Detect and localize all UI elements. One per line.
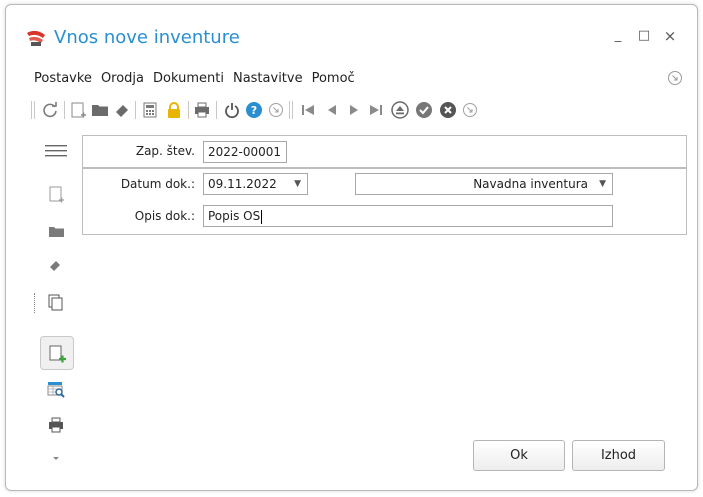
description-field[interactable]: Popis OS xyxy=(203,205,613,227)
eraser-icon[interactable] xyxy=(113,101,131,119)
date-label: Datum dok.: xyxy=(120,177,195,191)
toolbar-grip xyxy=(31,101,32,119)
previous-record-icon[interactable] xyxy=(323,101,341,119)
expand-icon[interactable] xyxy=(267,101,285,119)
side-grip xyxy=(34,293,35,313)
add-document-icon xyxy=(49,345,66,363)
date-value: 09.11.2022 xyxy=(208,177,277,191)
eraser-icon[interactable] xyxy=(44,253,68,277)
menu-pomoc[interactable]: Pomoč xyxy=(312,70,355,90)
window-title: Vnos nove inventure xyxy=(54,27,240,48)
lock-icon[interactable] xyxy=(165,101,183,119)
calculator-icon[interactable] xyxy=(141,101,159,119)
hamburger-menu-icon[interactable] xyxy=(44,139,68,163)
new-document-icon[interactable] xyxy=(69,101,87,119)
power-icon[interactable] xyxy=(223,101,241,119)
svg-text:?: ? xyxy=(251,104,257,117)
chevron-down-icon[interactable]: ▼ xyxy=(599,177,606,191)
inventory-type-value: Navadna inventura xyxy=(473,177,588,191)
menu-postavke[interactable]: Postavke xyxy=(34,70,92,90)
exit-button[interactable]: Izhod xyxy=(572,440,665,471)
ok-button[interactable]: Ok xyxy=(473,440,565,471)
toolbar-separator xyxy=(292,101,293,119)
toolbar-separator xyxy=(188,101,189,119)
minimize-button[interactable]: _ xyxy=(611,29,625,43)
find-table-icon[interactable] xyxy=(44,377,68,401)
date-picker[interactable]: 09.11.2022 ▼ xyxy=(203,173,308,195)
inventory-type-select[interactable]: Navadna inventura ▼ xyxy=(355,173,613,195)
menu-orodja[interactable]: Orodja xyxy=(101,70,144,90)
last-record-icon[interactable] xyxy=(367,101,385,119)
description-value: Popis OS xyxy=(208,209,261,223)
confirm-icon[interactable] xyxy=(415,101,433,119)
description-label: Opis dok.: xyxy=(134,209,195,223)
refresh-icon[interactable] xyxy=(41,101,59,119)
chevron-down-icon[interactable]: ▼ xyxy=(294,177,301,191)
inventory-dialog: Vnos nove inventure _ □ × Postavke Orodj… xyxy=(5,4,698,491)
print-icon[interactable] xyxy=(44,413,68,437)
app-logo-icon xyxy=(27,30,45,46)
print-icon[interactable] xyxy=(193,101,211,119)
document-details-panel: Datum dok.: 09.11.2022 ▼ Navadna inventu… xyxy=(82,168,687,235)
maximize-button[interactable]: □ xyxy=(637,29,651,43)
help-icon[interactable]: ? xyxy=(245,101,263,119)
toolbar-separator xyxy=(64,101,65,119)
eject-icon[interactable] xyxy=(391,101,409,119)
new-document-icon[interactable] xyxy=(44,183,68,207)
toolbar-separator xyxy=(135,101,136,119)
menu-dokumenti[interactable]: Dokumenti xyxy=(153,70,224,90)
more-icon[interactable] xyxy=(461,101,479,119)
doc-number-field[interactable]: 2022-00001 xyxy=(203,141,287,163)
toolbar-separator xyxy=(289,101,290,119)
title-bar: Vnos nove inventure _ □ × xyxy=(6,5,697,65)
doc-number-label: Zap. štev. xyxy=(135,144,195,158)
cancel-icon[interactable] xyxy=(439,101,457,119)
toolbar: ? xyxy=(31,98,631,122)
open-folder-icon[interactable] xyxy=(91,101,109,119)
expand-icon[interactable] xyxy=(667,70,683,86)
open-folder-icon[interactable] xyxy=(44,219,68,243)
add-document-button[interactable] xyxy=(40,336,74,370)
toolbar-separator xyxy=(216,101,217,119)
text-cursor xyxy=(261,209,263,224)
first-record-icon[interactable] xyxy=(299,101,317,119)
menu-nastavitve[interactable]: Nastavitve xyxy=(233,70,303,90)
next-record-icon[interactable] xyxy=(345,101,363,119)
copy-icon[interactable] xyxy=(44,291,68,315)
document-number-panel: Zap. štev. 2022-00001 xyxy=(82,135,687,168)
dropdown-arrow-icon[interactable] xyxy=(44,447,68,471)
menu-bar: Postavke Orodja Dokumenti Nastavitve Pom… xyxy=(34,70,364,90)
toolbar-grip xyxy=(34,101,35,119)
close-button[interactable]: × xyxy=(663,29,677,44)
